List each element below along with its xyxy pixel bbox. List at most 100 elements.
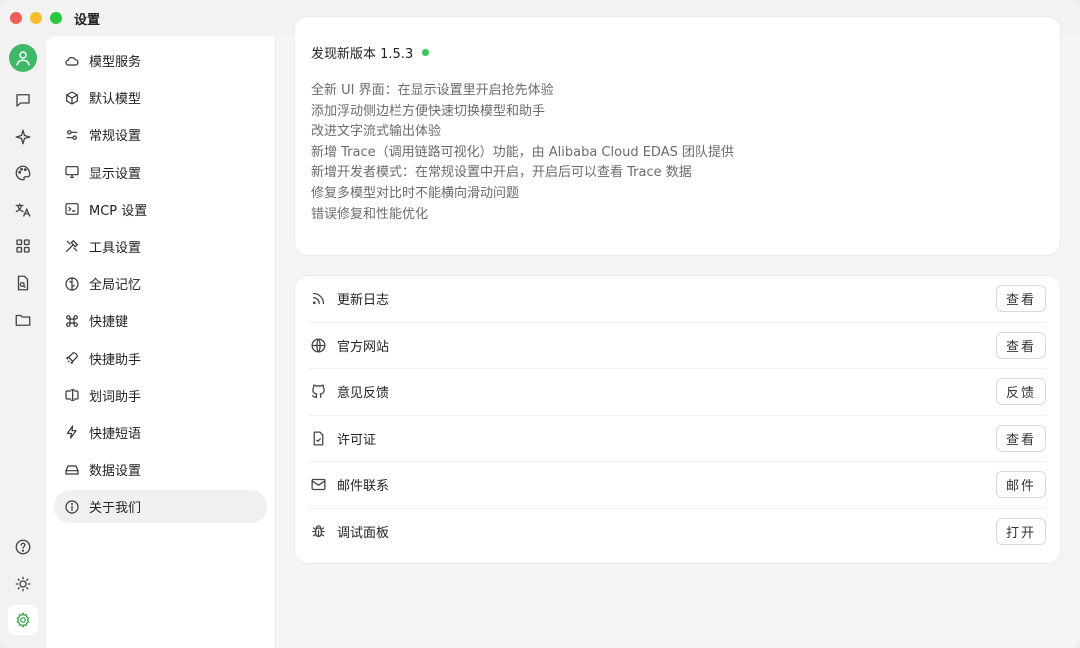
menu-item-about[interactable]: 关于我们	[54, 490, 267, 524]
rail-help-button[interactable]	[8, 532, 38, 562]
menu-item-label: 快捷短语	[89, 426, 142, 442]
rail-settings-button[interactable]	[8, 605, 38, 635]
link-row-website: 官方网站 查看	[309, 323, 1046, 369]
license-view-button[interactable]: 查看	[995, 424, 1046, 452]
monitor-icon	[64, 164, 80, 180]
terminal-icon	[64, 201, 80, 217]
about-content: 发现新版本 1.5.3 全新 UI 界面：在显示设置里开启抢先体验 添加浮动侧边…	[276, 16, 1080, 648]
menu-item-label: 工具设置	[89, 240, 142, 256]
menu-item-label: MCP 设置	[89, 203, 148, 219]
settings-menu: 模型服务 默认模型 常规设置 显示设置 MCP 设置 工具设置 全局记忆 快捷键…	[46, 36, 276, 648]
info-icon	[64, 499, 80, 515]
menu-item-quick-phrases[interactable]: 快捷短语	[54, 416, 267, 449]
user-avatar[interactable]	[9, 44, 37, 72]
website-view-button[interactable]: 查看	[995, 331, 1046, 359]
palette-icon	[15, 165, 31, 181]
theme-icon	[15, 576, 31, 592]
rail-agents-button[interactable]	[8, 122, 38, 152]
menu-item-mcp[interactable]: MCP 设置	[54, 193, 267, 226]
tools-icon	[64, 238, 80, 254]
menu-item-display[interactable]: 显示设置	[54, 156, 267, 189]
file-search-icon	[17, 275, 29, 291]
link-label: 官方网站	[337, 339, 390, 355]
menu-item-label: 关于我们	[89, 501, 142, 517]
bug-icon	[309, 523, 327, 541]
settings-window: 设置 模型服务 默认模型 常规设置 显示设置 MCP 设置 工具设置 全局记忆 …	[0, 0, 1080, 648]
feedback-button[interactable]: 反馈	[995, 378, 1046, 406]
menu-item-quick-assistant[interactable]: 快捷助手	[54, 342, 267, 375]
link-label: 邮件联系	[337, 479, 390, 495]
menu-item-label: 快捷助手	[89, 352, 142, 368]
release-note: 新增开发者模式：在常规设置中开启，开启后可以查看 Trace 数据	[311, 165, 692, 181]
rail-chat-button[interactable]	[8, 85, 38, 115]
link-row-feedback: 意见反馈 反馈	[309, 369, 1046, 416]
sliders-icon	[64, 127, 80, 143]
text-cursor-icon	[64, 387, 80, 403]
menu-item-shortcuts[interactable]: 快捷键	[54, 304, 267, 337]
update-status-dot	[422, 49, 430, 56]
brain-icon	[64, 276, 80, 292]
menu-item-selection-assistant[interactable]: 划词助手	[54, 379, 267, 412]
user-icon	[16, 51, 30, 66]
rail-apps-button[interactable]	[8, 231, 38, 261]
release-notes: 全新 UI 界面：在显示设置里开启抢先体验 添加浮动侧边栏方便快速切换模型和助手…	[311, 81, 734, 225]
chat-icon	[16, 94, 30, 107]
menu-item-label: 全局记忆	[89, 278, 142, 294]
zap-icon	[64, 424, 80, 440]
rail-theme-button[interactable]	[8, 569, 38, 599]
changelog-view-button[interactable]: 查看	[995, 285, 1046, 313]
translate-icon	[15, 203, 31, 217]
cube-icon	[64, 90, 80, 106]
zoom-window-button[interactable]	[50, 12, 62, 24]
sparkle-icon	[15, 129, 31, 145]
command-icon	[64, 313, 80, 329]
rss-icon	[309, 290, 327, 308]
menu-item-label: 数据设置	[89, 464, 142, 480]
rail-translate-button[interactable]	[8, 195, 38, 225]
links-card: 更新日志 查看 官方网站 查看 意见反馈 反馈 许可证 查看 邮件联系 邮件 调…	[294, 275, 1061, 564]
menu-item-default-model[interactable]: 默认模型	[54, 81, 267, 114]
window-title: 设置	[74, 12, 101, 28]
apps-icon	[16, 239, 30, 253]
menu-item-memory[interactable]: 全局记忆	[54, 267, 267, 300]
rail-files-button[interactable]	[8, 305, 38, 335]
icon-rail	[0, 36, 46, 648]
close-window-button[interactable]	[10, 12, 22, 24]
menu-item-general[interactable]: 常规设置	[54, 118, 267, 151]
menu-item-data[interactable]: 数据设置	[54, 453, 267, 486]
menu-item-label: 模型服务	[89, 55, 142, 70]
version-label: 发现新版本 1.5.3	[311, 47, 414, 62]
folder-icon	[15, 314, 31, 326]
link-row-debug: 调试面板 打开	[309, 509, 1046, 556]
release-note: 新增 Trace（调用链路可视化）功能，由 Alibaba Cloud EDAS…	[311, 144, 734, 160]
cloud-icon	[64, 53, 80, 69]
rail-knowledge-button[interactable]	[8, 268, 38, 298]
menu-item-tools[interactable]: 工具设置	[54, 230, 267, 263]
menu-item-label: 常规设置	[89, 129, 142, 145]
link-label: 意见反馈	[337, 386, 390, 402]
email-button[interactable]: 邮件	[995, 471, 1046, 499]
drive-icon	[64, 462, 80, 478]
rocket-icon	[64, 350, 80, 366]
minimize-window-button[interactable]	[30, 12, 42, 24]
release-note: 全新 UI 界面：在显示设置里开启抢先体验	[311, 83, 554, 98]
version-row: 发现新版本 1.5.3	[311, 43, 430, 62]
window-controls	[10, 12, 62, 24]
menu-item-label: 快捷键	[89, 315, 129, 331]
globe-icon	[309, 336, 327, 354]
release-note: 添加浮动侧边栏方便快速切换模型和助手	[311, 103, 546, 119]
link-row-changelog: 更新日志 查看	[309, 276, 1046, 323]
debug-panel-open-button[interactable]: 打开	[995, 518, 1046, 546]
settings-icon	[16, 611, 30, 629]
github-icon	[309, 383, 327, 401]
menu-item-label: 显示设置	[89, 166, 142, 182]
mail-icon	[309, 476, 327, 494]
rail-paint-button[interactable]	[8, 158, 38, 188]
menu-item-model-service[interactable]: 模型服务	[54, 44, 267, 77]
menu-item-label: 默认模型	[89, 92, 142, 108]
file-check-icon	[309, 429, 327, 447]
menu-item-label: 划词助手	[89, 389, 142, 405]
release-note: 错误修复和性能优化	[311, 206, 429, 222]
link-label: 更新日志	[337, 293, 390, 309]
link-label: 许可证	[337, 432, 377, 448]
